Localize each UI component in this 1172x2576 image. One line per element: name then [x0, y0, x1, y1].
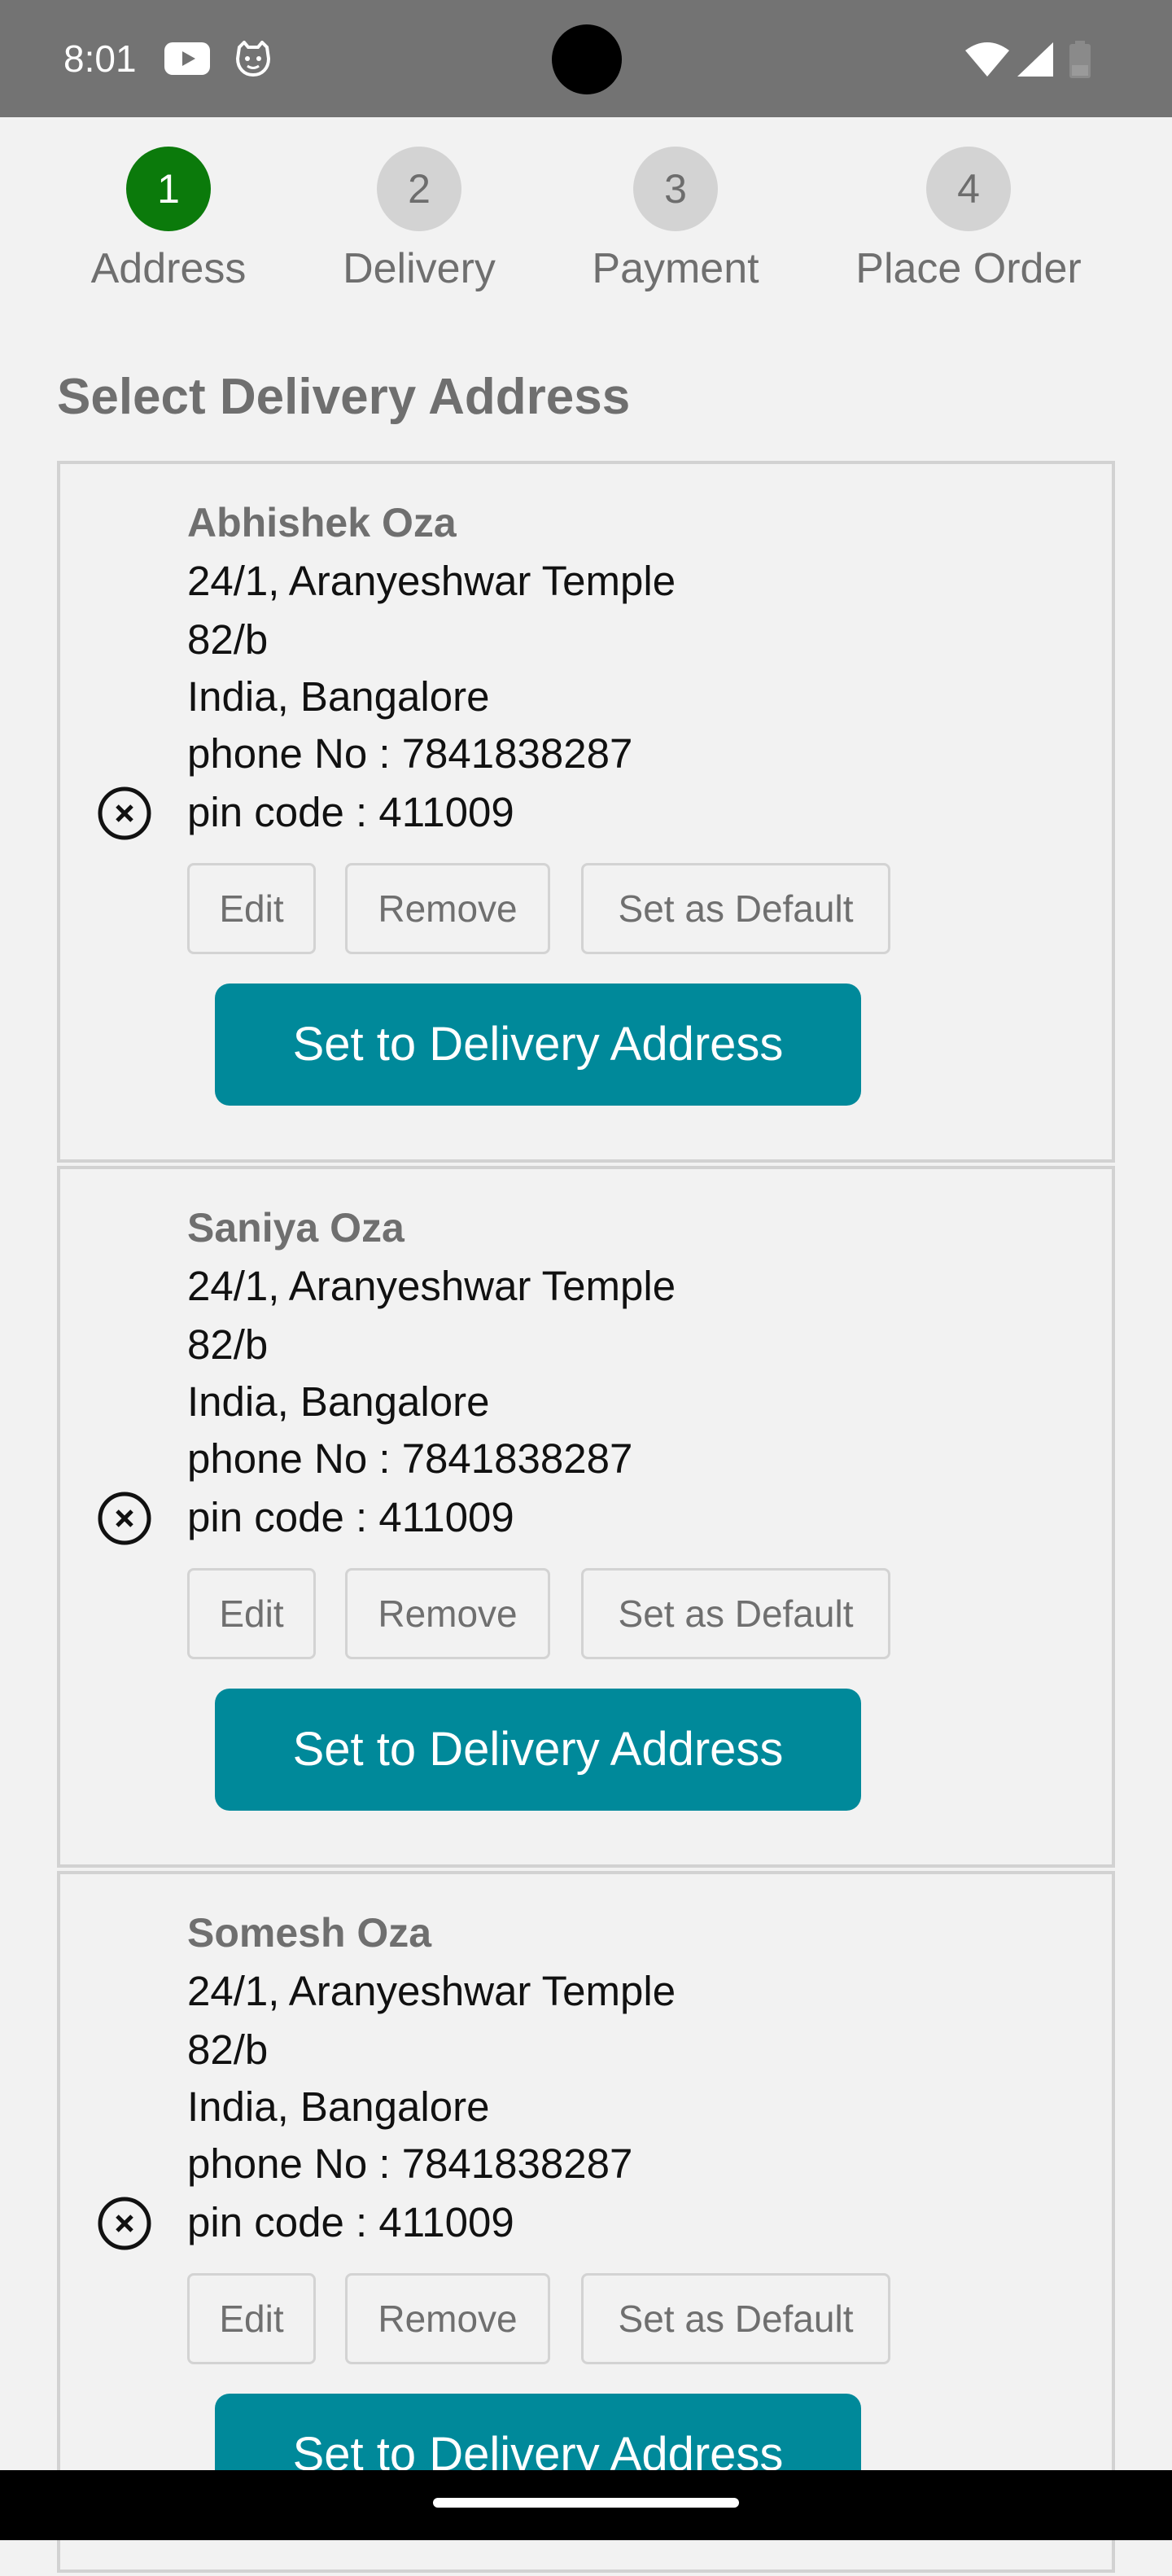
step-label: Address: [90, 245, 247, 292]
address-name: Somesh Oza: [187, 1910, 432, 1956]
checkout-stepper: 1 Address 2 Delivery 3 Payment 4 Place O…: [0, 117, 1172, 313]
address-card: Saniya Oza 24/1, Aranyeshwar Temple 82/b…: [57, 1166, 1115, 1868]
address-line-1: 24/1, Aranyeshwar Temple: [187, 1968, 676, 2014]
address-city: India, Bangalore: [187, 673, 490, 720]
step-number: 4: [926, 147, 1011, 231]
edit-button[interactable]: Edit: [187, 1568, 316, 1659]
address-line-1: 24/1, Aranyeshwar Temple: [187, 1263, 676, 1309]
battery-icon: [1069, 41, 1091, 82]
step-label: Payment: [592, 245, 759, 292]
set-delivery-address-button[interactable]: Set to Delivery Address: [215, 984, 861, 1106]
address-name: Saniya Oza: [187, 1205, 405, 1251]
address-name: Abhishek Oza: [187, 500, 457, 545]
radio-cancel-icon[interactable]: [96, 2195, 153, 2252]
radio-cancel-icon[interactable]: [96, 1490, 153, 1547]
navigation-bar: [0, 2470, 1172, 2540]
status-bar: 8:01: [0, 0, 1172, 117]
address-city: India, Bangalore: [187, 1378, 490, 1425]
address-pin: pin code : 411009: [187, 2199, 514, 2245]
address-line-2: 82/b: [187, 1321, 269, 1368]
step-label: Delivery: [343, 245, 496, 292]
set-default-button[interactable]: Set as Default: [581, 863, 890, 954]
step-number: 3: [633, 147, 718, 231]
wifi-icon: [965, 42, 1009, 81]
status-time: 8:01: [63, 37, 137, 80]
remove-button[interactable]: Remove: [345, 2273, 550, 2364]
address-line-2: 82/b: [187, 616, 269, 663]
address-city: India, Bangalore: [187, 2083, 490, 2130]
step-place-order[interactable]: 4 Place Order: [846, 117, 1091, 313]
edit-button[interactable]: Edit: [187, 2273, 316, 2364]
step-delivery[interactable]: 2 Delivery: [297, 117, 541, 313]
address-line-1: 24/1, Aranyeshwar Temple: [187, 558, 676, 604]
address-pin: pin code : 411009: [187, 789, 514, 835]
edit-button[interactable]: Edit: [187, 863, 316, 954]
step-number: 1: [126, 147, 211, 231]
youtube-icon: [164, 42, 210, 79]
address-card: Somesh Oza 24/1, Aranyeshwar Temple 82/b…: [57, 1871, 1115, 2573]
address-phone: phone No : 7841838287: [187, 1435, 633, 1482]
address-line-2: 82/b: [187, 2026, 269, 2073]
remove-button[interactable]: Remove: [345, 1568, 550, 1659]
signal-icon: [1017, 42, 1053, 81]
set-delivery-address-button[interactable]: Set to Delivery Address: [215, 1689, 861, 1811]
address-phone: phone No : 7841838287: [187, 730, 633, 777]
step-address[interactable]: 1 Address: [46, 117, 291, 313]
set-default-button[interactable]: Set as Default: [581, 2273, 890, 2364]
radio-cancel-icon[interactable]: [96, 785, 153, 842]
address-pin: pin code : 411009: [187, 1494, 514, 1540]
step-label: Place Order: [855, 245, 1082, 292]
camera-cutout: [552, 24, 622, 94]
page-title: Select Delivery Address: [57, 369, 631, 425]
cat-icon: [234, 40, 272, 81]
remove-button[interactable]: Remove: [345, 863, 550, 954]
step-payment[interactable]: 3 Payment: [553, 117, 798, 313]
home-gesture-handle[interactable]: [433, 2498, 739, 2508]
set-default-button[interactable]: Set as Default: [581, 1568, 890, 1659]
address-list: Abhishek Oza 24/1, Aranyeshwar Temple 82…: [57, 461, 1115, 2576]
address-card: Abhishek Oza 24/1, Aranyeshwar Temple 82…: [57, 461, 1115, 1163]
step-number: 2: [377, 147, 461, 231]
address-phone: phone No : 7841838287: [187, 2140, 633, 2187]
